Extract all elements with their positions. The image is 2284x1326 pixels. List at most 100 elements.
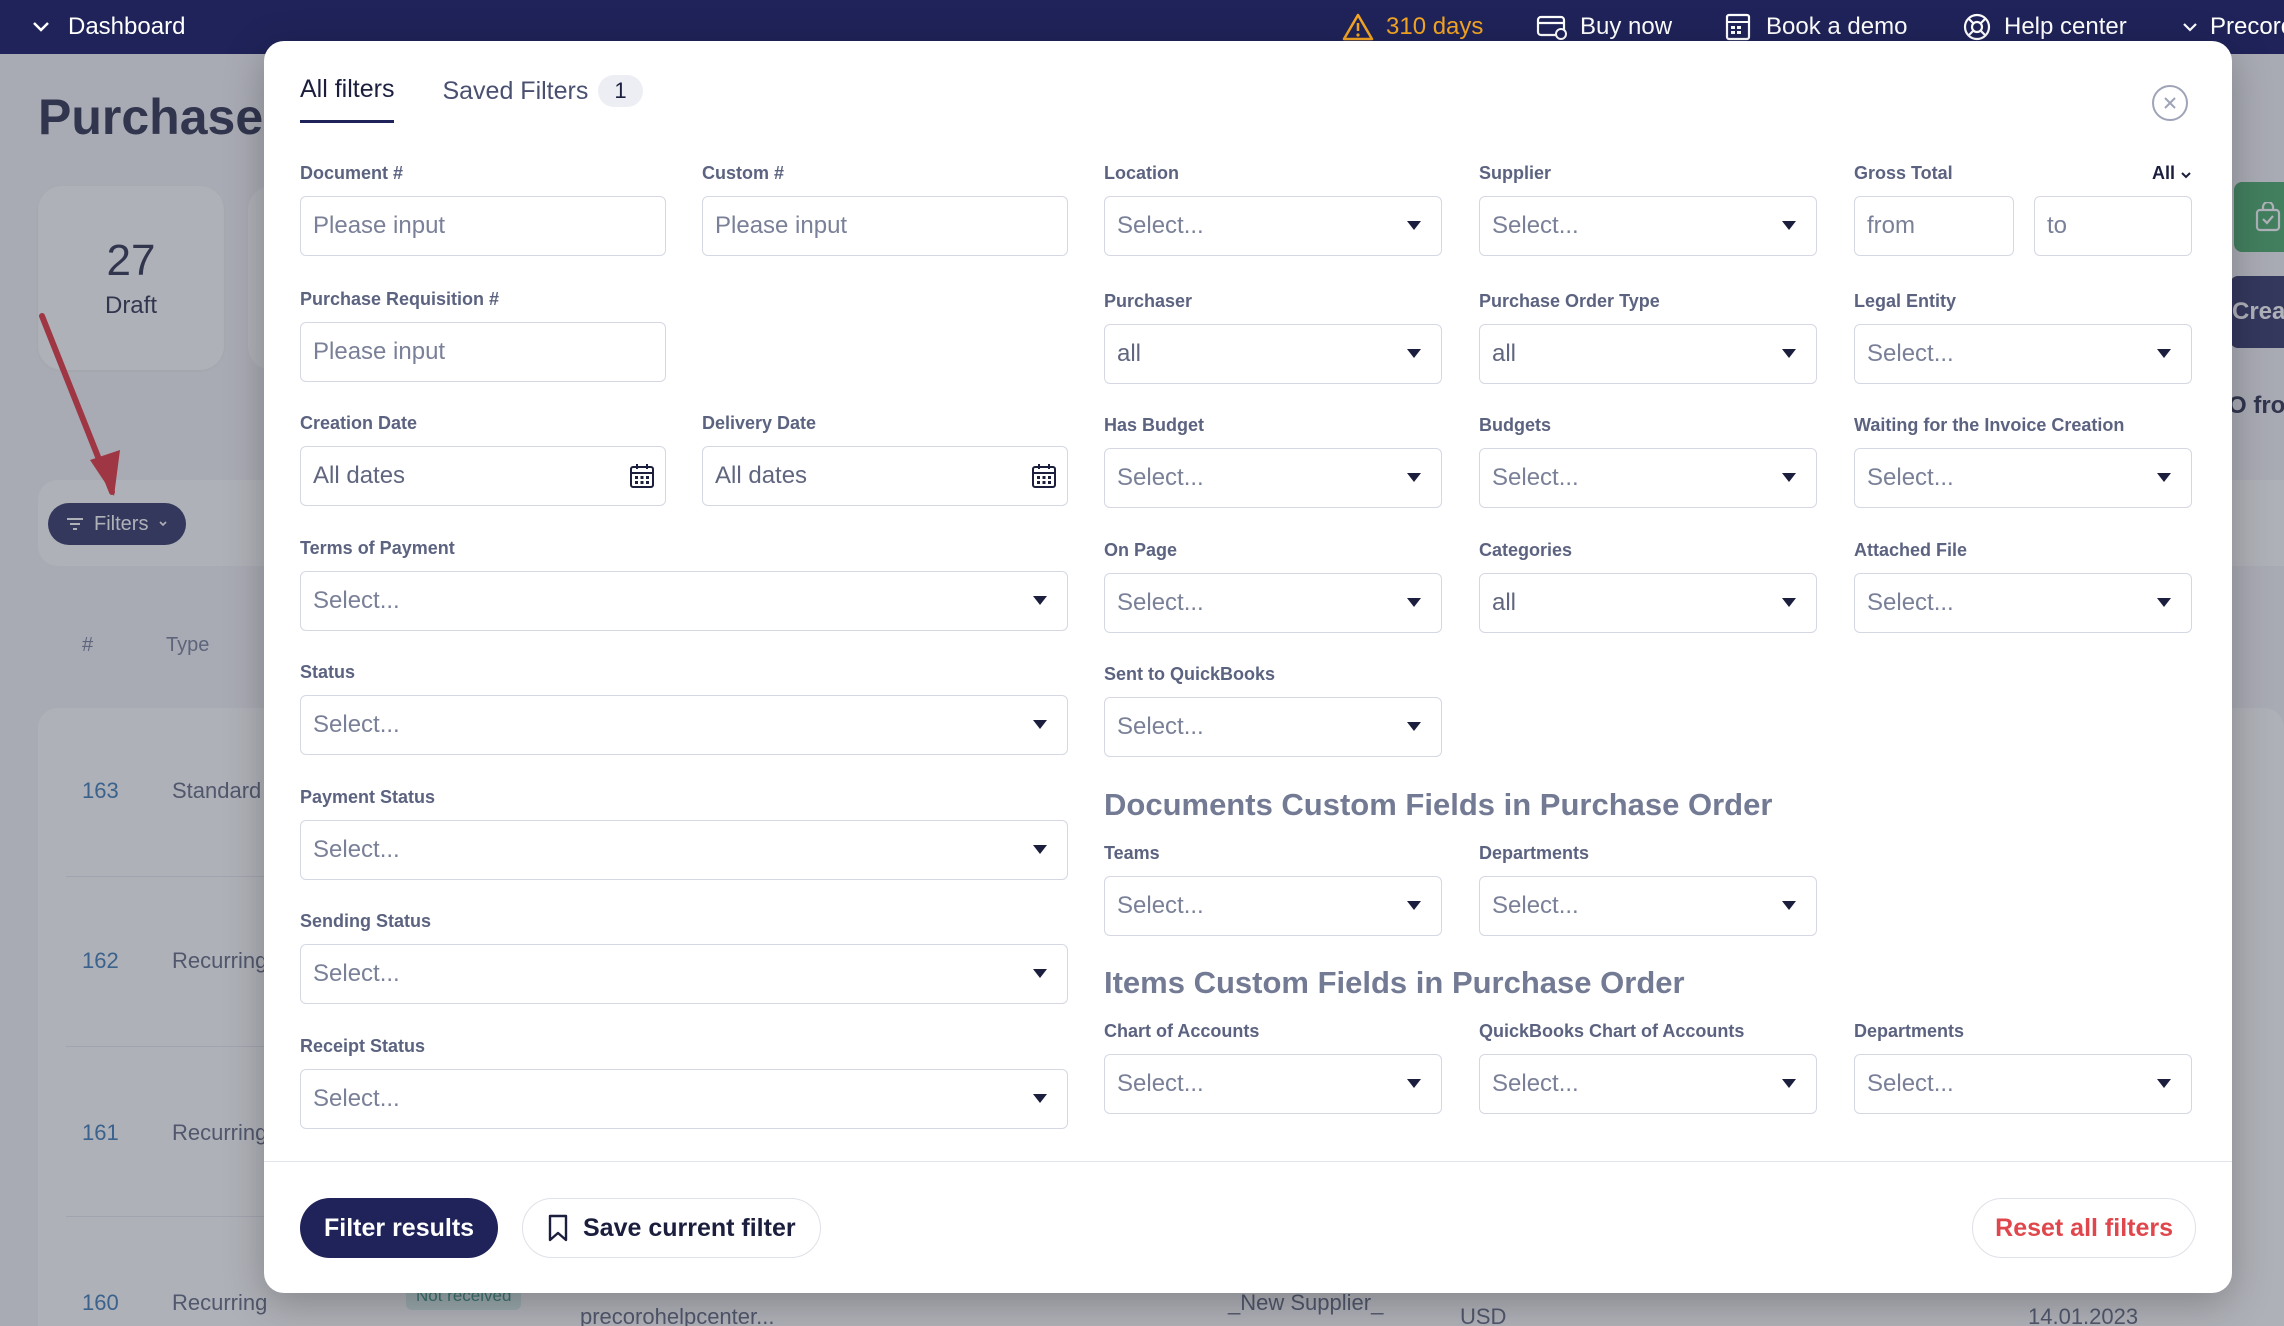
filter-results-label: Filter results	[324, 1213, 475, 1242]
receipt-status-label: Receipt Status	[300, 1036, 426, 1056]
filter-results-button[interactable]: Filter results	[300, 1198, 499, 1258]
on-page-select[interactable]: Select...	[1104, 573, 1442, 633]
has-budget-field: Has Budget Select...	[1104, 415, 1442, 508]
tab-saved-filters[interactable]: Saved Filters 1	[442, 75, 643, 123]
purchaser-label: Purchaser	[1104, 291, 1193, 311]
teams-field: Teams Select...	[1104, 843, 1442, 936]
waiting-invoice-value: Select...	[1867, 464, 1954, 491]
caret-down-icon	[1782, 473, 1796, 482]
book-demo-label: Book a demo	[1766, 13, 1908, 40]
has-budget-select[interactable]: Select...	[1104, 448, 1442, 508]
caret-down-icon	[1407, 901, 1421, 910]
purchaser-select[interactable]: all	[1104, 324, 1442, 384]
receipt-status-select[interactable]: Select...	[300, 1069, 1068, 1129]
gross-total-field: Gross Total All from to	[1854, 163, 2192, 256]
buy-now-label: Buy now	[1580, 13, 1673, 40]
status-label: Status	[300, 662, 356, 682]
on-page-value: Select...	[1117, 589, 1204, 616]
sending-status-field: Sending Status Select...	[300, 911, 1068, 1004]
caret-down-icon	[1407, 221, 1421, 230]
filters-modal: All filters Saved Filters 1 Document # P…	[264, 41, 2232, 1293]
teams-label: Teams	[1104, 843, 1160, 863]
sent-quickbooks-value: Select...	[1117, 713, 1204, 740]
caret-down-icon	[1033, 720, 1047, 729]
delivery-date-value: All dates	[715, 462, 808, 489]
items-custom-fields-heading: Items Custom Fields in Purchase Order	[1104, 965, 1685, 1000]
dashboard-label: Dashboard	[68, 13, 186, 40]
supplier-select[interactable]: Select...	[1479, 196, 1817, 256]
attached-file-label: Attached File	[1854, 540, 1968, 560]
payment-status-label: Payment Status	[300, 787, 436, 807]
delivery-date-field: Delivery Date All dates	[702, 413, 1068, 506]
gross-total-to-placeholder: to	[2047, 212, 2068, 239]
purchase-requisition-input[interactable]: Please input	[300, 322, 666, 382]
caret-down-icon	[2157, 349, 2171, 358]
dashboard-menu[interactable]: Dashboard	[32, 0, 185, 54]
attached-file-select[interactable]: Select...	[1854, 573, 2192, 633]
terms-of-payment-label: Terms of Payment	[300, 538, 455, 558]
sent-quickbooks-label: Sent to QuickBooks	[1104, 664, 1276, 684]
departments-doc-select[interactable]: Select...	[1479, 876, 1817, 936]
location-field: Location Select...	[1104, 163, 1442, 256]
document-number-input[interactable]: Please input	[300, 196, 666, 256]
sending-status-label: Sending Status	[300, 911, 432, 931]
delivery-date-picker[interactable]: All dates	[702, 446, 1068, 506]
document-number-placeholder: Please input	[313, 212, 446, 239]
sent-quickbooks-field: Sent to QuickBooks Select...	[1104, 664, 1442, 757]
sent-quickbooks-select[interactable]: Select...	[1104, 697, 1442, 757]
creation-date-picker[interactable]: All dates	[300, 446, 666, 506]
chart-of-accounts-value: Select...	[1117, 1070, 1204, 1097]
categories-value: all	[1492, 589, 1517, 616]
close-modal-button[interactable]	[2152, 85, 2188, 121]
help-center-label: Help center	[2004, 13, 2127, 40]
gross-total-from-input[interactable]: from	[1854, 196, 2014, 256]
categories-select[interactable]: all	[1479, 573, 1817, 633]
chart-of-accounts-field: Chart of Accounts Select...	[1104, 1021, 1442, 1114]
legal-entity-label: Legal Entity	[1854, 291, 1957, 311]
has-budget-value: Select...	[1117, 464, 1204, 491]
caret-down-icon	[1407, 722, 1421, 731]
attached-file-field: Attached File Select...	[1854, 540, 2192, 633]
status-select[interactable]: Select...	[300, 695, 1068, 755]
sending-status-select[interactable]: Select...	[300, 944, 1068, 1004]
warning-icon	[1342, 12, 1374, 42]
supplier-label: Supplier	[1479, 163, 1552, 183]
gross-total-mode-dropdown[interactable]: All	[2152, 163, 2192, 184]
waiting-invoice-select[interactable]: Select...	[1854, 448, 2192, 508]
save-current-filter-button[interactable]: Save current filter	[522, 1198, 821, 1258]
gross-total-range: from to	[1854, 196, 2192, 256]
waiting-invoice-label: Waiting for the Invoice Creation	[1854, 415, 2125, 435]
qb-chart-accounts-field: QuickBooks Chart of Accounts Select...	[1479, 1021, 1817, 1114]
creation-date-value: All dates	[313, 462, 406, 489]
tab-all-filters[interactable]: All filters	[300, 75, 395, 123]
caret-down-icon	[1782, 1079, 1796, 1088]
reset-all-filters-button[interactable]: Reset all filters	[1972, 1198, 2196, 1258]
departments-items-field: Departments Select...	[1854, 1021, 2192, 1114]
document-number-field: Document # Please input	[300, 163, 666, 256]
budgets-select[interactable]: Select...	[1479, 448, 1817, 508]
caret-down-icon	[1407, 349, 1421, 358]
tab-saved-filters-label: Saved Filters	[442, 76, 589, 105]
legal-entity-select[interactable]: Select...	[1854, 324, 2192, 384]
qb-chart-accounts-value: Select...	[1492, 1070, 1579, 1097]
custom-number-label: Custom #	[702, 163, 785, 183]
terms-of-payment-select[interactable]: Select...	[300, 571, 1068, 631]
location-select[interactable]: Select...	[1104, 196, 1442, 256]
gross-total-label: Gross Total	[1854, 163, 1953, 183]
caret-down-icon	[2157, 1079, 2171, 1088]
status-value: Select...	[313, 711, 400, 738]
bookmark-icon	[547, 1214, 569, 1242]
po-type-field: Purchase Order Type all	[1479, 291, 1817, 384]
chart-of-accounts-label: Chart of Accounts	[1104, 1021, 1260, 1041]
custom-number-input[interactable]: Please input	[702, 196, 1068, 256]
caret-down-icon	[1033, 845, 1047, 854]
payment-status-select[interactable]: Select...	[300, 820, 1068, 880]
po-type-select[interactable]: all	[1479, 324, 1817, 384]
departments-items-select[interactable]: Select...	[1854, 1054, 2192, 1114]
terms-of-payment-field: Terms of Payment Select...	[300, 538, 1068, 631]
gross-total-to-input[interactable]: to	[2034, 196, 2192, 256]
qb-chart-accounts-select[interactable]: Select...	[1479, 1054, 1817, 1114]
departments-items-label: Departments	[1854, 1021, 1965, 1041]
chart-of-accounts-select[interactable]: Select...	[1104, 1054, 1442, 1114]
teams-select[interactable]: Select...	[1104, 876, 1442, 936]
